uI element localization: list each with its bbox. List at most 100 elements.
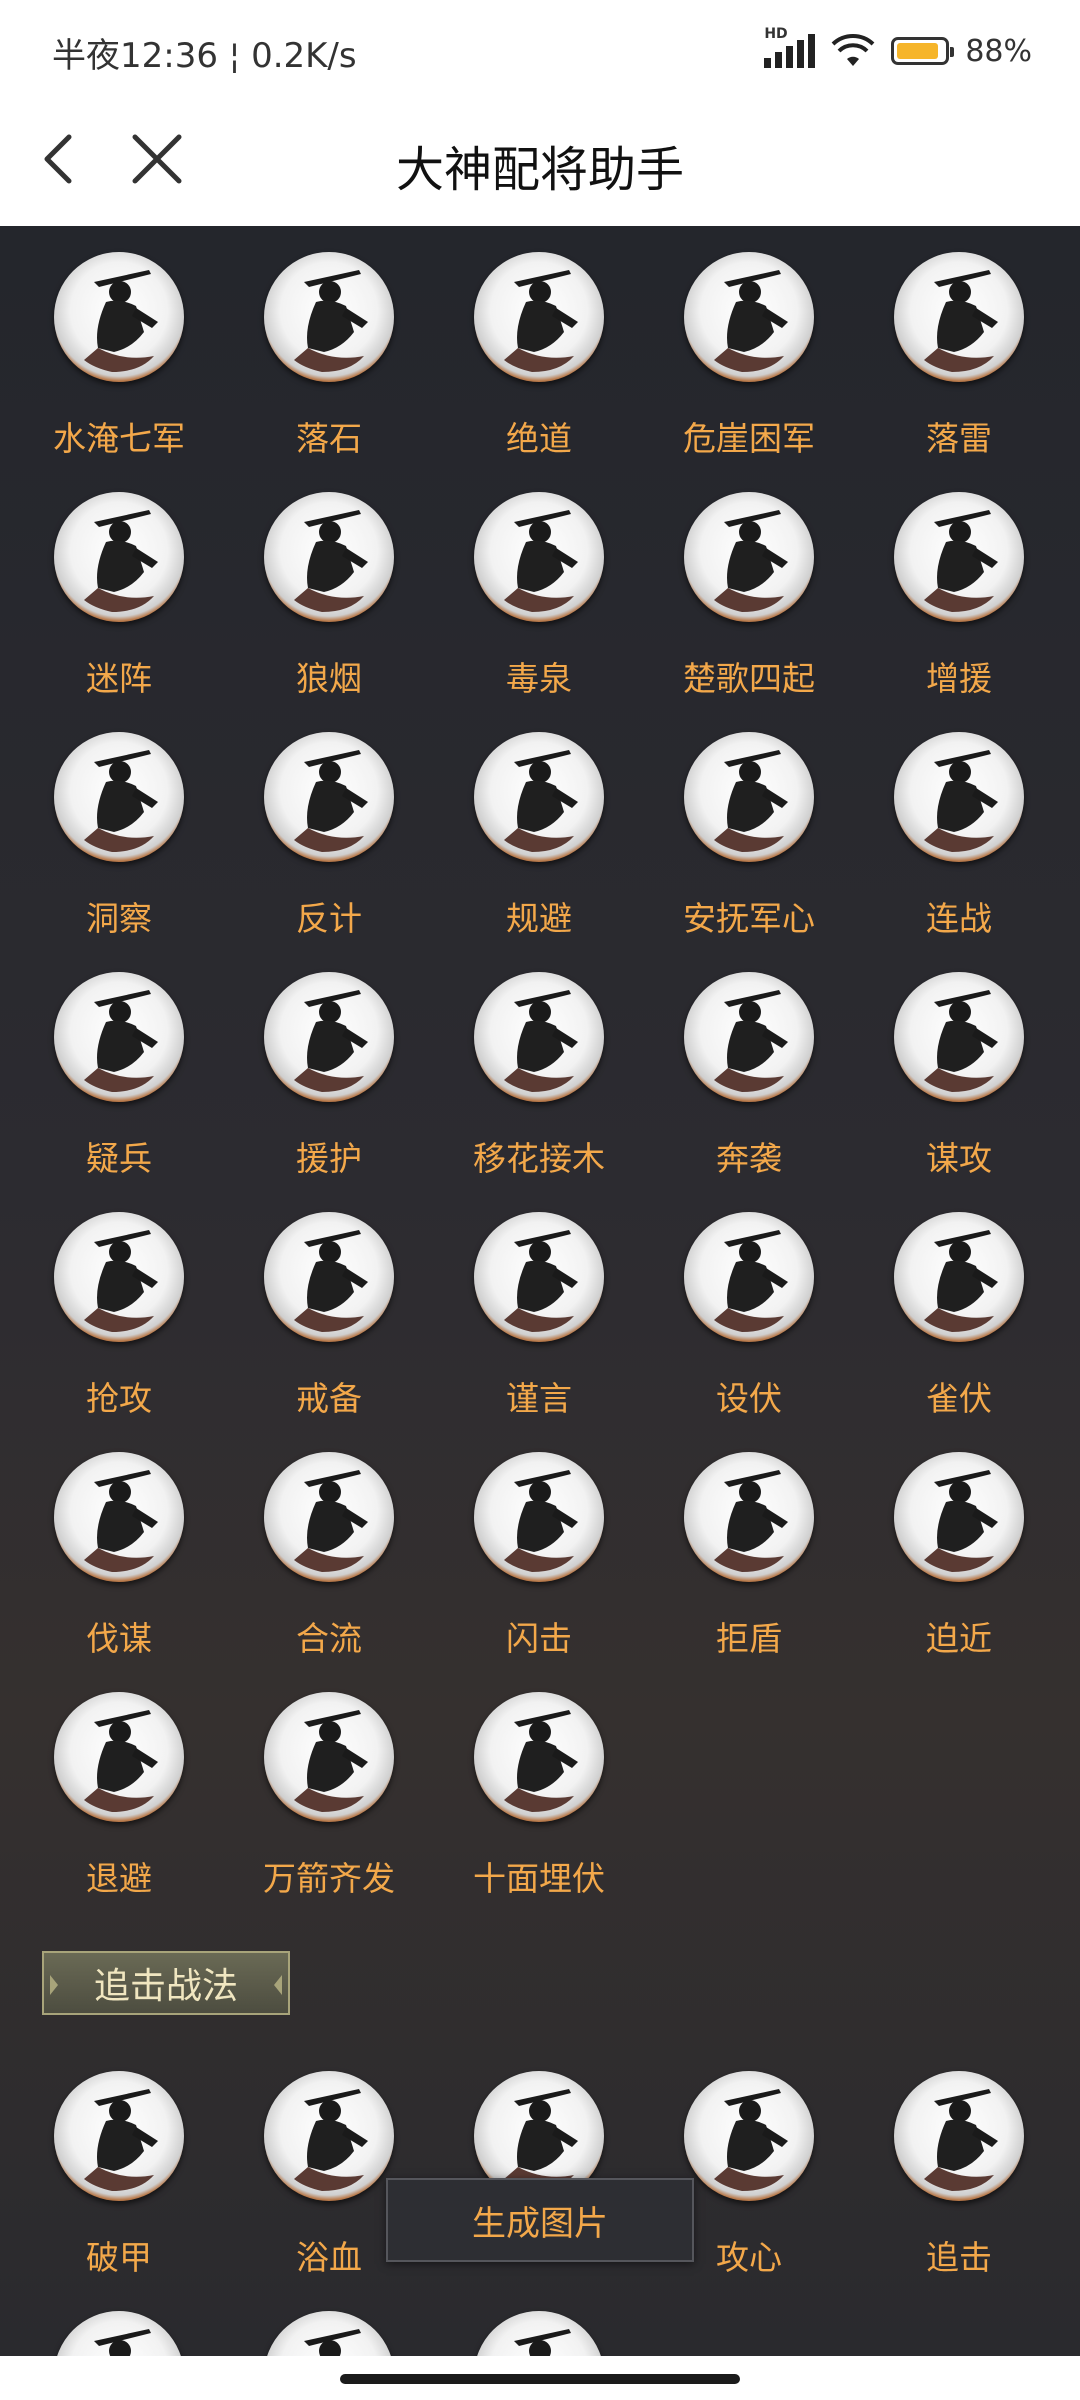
skill-item[interactable]: 移花接木 <box>444 942 634 1178</box>
skill-item[interactable]: 狼烟 <box>234 462 424 698</box>
skill-item[interactable]: 洞察 <box>24 702 214 938</box>
warrior-figure <box>84 1470 158 1572</box>
skill-label: 水淹七军 <box>53 419 185 458</box>
skill-item[interactable]: 十面埋伏 <box>444 1662 634 1898</box>
warrior-figure <box>84 2089 158 2191</box>
skill-item[interactable]: 迷阵 <box>24 462 214 698</box>
battery-icon <box>891 37 955 65</box>
skill-list-content[interactable]: 水淹七军 落石 绝道 危崖困军 落雷迷阵 狼烟 毒泉 楚歌四起 增援洞察 反计 规避 安抚军心 连战疑兵… <box>0 226 1080 2356</box>
skill-icon <box>474 252 604 382</box>
warrior-figure <box>84 750 158 852</box>
skill-item[interactable]: 连战 <box>864 702 1054 938</box>
skill-item[interactable]: 戒备 <box>234 1182 424 1418</box>
skill-label: 十面埋伏 <box>473 1859 605 1898</box>
status-bar: 半夜12:36 ¦ 0.2K/s HD 88% <box>0 0 1080 100</box>
status-separator: ¦ <box>228 36 252 76</box>
warrior-figure <box>504 1470 578 1572</box>
warrior-figure <box>294 1470 368 1572</box>
skill-item[interactable]: 毒泉 <box>444 462 634 698</box>
skill-item[interactable]: 谨言 <box>444 1182 634 1418</box>
skill-icon <box>474 732 604 862</box>
skill-label: 疑兵 <box>86 1139 152 1178</box>
battery-fill <box>897 43 938 59</box>
skill-item[interactable]: 退避 <box>24 1662 214 1898</box>
skill-icon <box>54 972 184 1102</box>
skill-item[interactable]: 伐谋 <box>24 1422 214 1658</box>
skill-label: 合流 <box>296 1619 362 1658</box>
warrior-figure <box>504 1230 578 1332</box>
warrior-figure <box>504 510 578 612</box>
skill-icon <box>54 732 184 862</box>
skill-item[interactable]: 谋攻 <box>864 942 1054 1178</box>
warrior-figure <box>294 510 368 612</box>
skill-item[interactable]: 抢攻 <box>24 1182 214 1418</box>
warrior-figure <box>924 1230 998 1332</box>
warrior-figure <box>714 750 788 852</box>
skill-item[interactable]: 楚歌四起 <box>654 462 844 698</box>
network-type: HD <box>764 26 788 42</box>
skill-item[interactable]: 落雷 <box>864 226 1054 458</box>
skill-icon <box>264 732 394 862</box>
pursuit-section-header: 追击战法 <box>42 1951 290 2015</box>
skill-icon <box>474 1212 604 1342</box>
skill-label: 落雷 <box>926 419 992 458</box>
skill-item[interactable] <box>444 2281 634 2356</box>
skill-item[interactable] <box>24 2281 214 2356</box>
skill-item[interactable]: 疑兵 <box>24 942 214 1178</box>
skill-icon <box>894 492 1024 622</box>
skill-icon <box>264 1692 394 1822</box>
wifi-icon <box>831 34 875 66</box>
skill-icon <box>474 1692 604 1822</box>
skill-item[interactable]: 雀伏 <box>864 1182 1054 1418</box>
skill-label: 洞察 <box>86 899 152 938</box>
warrior-figure <box>304 2329 361 2356</box>
skill-icon <box>894 1452 1024 1582</box>
warrior-figure <box>504 1710 578 1812</box>
skill-item[interactable]: 援护 <box>234 942 424 1178</box>
skill-icon <box>894 252 1024 382</box>
skill-icon <box>264 1212 394 1342</box>
section-title: 追击战法 <box>93 1966 238 2007</box>
skill-item[interactable] <box>234 2281 424 2356</box>
warrior-figure <box>924 750 998 852</box>
battery-percent: 88% <box>965 33 1032 69</box>
skill-item[interactable]: 安抚军心 <box>654 702 844 938</box>
skill-item[interactable]: 闪击 <box>444 1422 634 1658</box>
skill-item[interactable]: 水淹七军 <box>24 226 214 458</box>
skill-item[interactable]: 万箭齐发 <box>234 1662 424 1898</box>
skill-label: 危崖困军 <box>683 419 815 458</box>
skill-item[interactable]: 增援 <box>864 462 1054 698</box>
skill-item[interactable]: 迫近 <box>864 1422 1054 1658</box>
skill-icon <box>474 492 604 622</box>
skill-label: 安抚军心 <box>683 899 815 938</box>
skill-item[interactable]: 危崖困军 <box>654 226 844 458</box>
page-title: 大神配将助手 <box>395 142 684 198</box>
network-speed: 0.2K/s <box>251 36 357 76</box>
skill-icon <box>54 2311 184 2356</box>
warrior-figure <box>84 1710 158 1812</box>
skill-item[interactable]: 奔袭 <box>654 942 844 1178</box>
skill-icon <box>474 1452 604 1582</box>
status-time: 半夜12:36 <box>52 36 218 76</box>
skill-label: 拒盾 <box>716 1619 782 1658</box>
skill-label: 闪击 <box>506 1619 572 1658</box>
generate-image-button[interactable]: 生成图片 <box>386 2178 694 2262</box>
skill-item[interactable]: 落石 <box>234 226 424 458</box>
skill-label: 奔袭 <box>716 1139 782 1178</box>
home-indicator[interactable] <box>340 2374 740 2384</box>
skill-icon <box>684 492 814 622</box>
warrior-figure <box>294 2089 368 2191</box>
title-bar: 大神配将助手 <box>0 100 1080 226</box>
skill-item[interactable]: 破甲 <box>24 2041 214 2277</box>
skill-icon <box>894 2071 1024 2201</box>
skill-item[interactable]: 规避 <box>444 702 634 938</box>
skill-item[interactable]: 设伏 <box>654 1182 844 1418</box>
skill-item[interactable]: 绝道 <box>444 226 634 458</box>
skill-item[interactable]: 反计 <box>234 702 424 938</box>
warrior-figure <box>294 1710 368 1812</box>
skill-label: 万箭齐发 <box>263 1859 395 1898</box>
skill-item[interactable]: 拒盾 <box>654 1422 844 1658</box>
skill-label: 设伏 <box>716 1379 782 1418</box>
skill-item[interactable]: 追击 <box>864 2041 1054 2277</box>
skill-item[interactable]: 合流 <box>234 1422 424 1658</box>
